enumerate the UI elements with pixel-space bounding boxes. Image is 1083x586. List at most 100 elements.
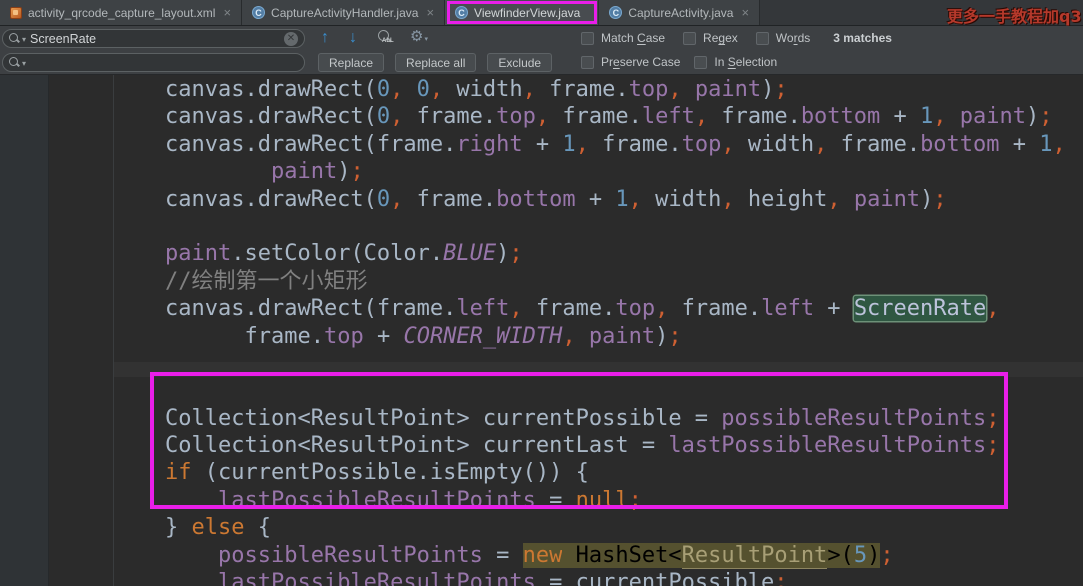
code-token: , <box>390 186 404 212</box>
code-token: 5 <box>853 542 868 568</box>
tab-label: CaptureActivityHandler.java <box>271 5 419 20</box>
code-token: frame. <box>522 296 616 322</box>
code-token: 0 <box>416 77 430 102</box>
tab-captureactivityhandler-java[interactable]: C CaptureActivityHandler.java × <box>242 0 446 25</box>
code-token: ) <box>655 323 669 349</box>
regex-label: Regex <box>703 31 738 45</box>
tab-activity-qrcode-capture-layout-xml[interactable]: activity_qrcode_capture_layout.xml × <box>0 0 243 25</box>
tab-captureactivity-java[interactable]: C CaptureActivity.java × <box>599 0 761 25</box>
next-match-button[interactable]: ↓ <box>342 28 364 48</box>
chevron-down-icon[interactable]: ▾ <box>22 35 26 44</box>
watermark-text: 更多一手教程加q3 <box>947 7 1082 26</box>
code-token: left <box>456 296 510 322</box>
code-token: , <box>390 77 404 102</box>
code-line[interactable]: lastPossibleResultPoints = currentPossib… <box>165 569 1083 586</box>
code-token: left <box>761 296 815 322</box>
code-token: BLUE <box>443 241 497 267</box>
code-line[interactable]: Collection<ResultPoint> currentPossible … <box>165 405 1083 432</box>
clear-search-icon[interactable]: ✕ <box>284 31 298 46</box>
code-token: lastPossibleResultPoints <box>217 570 536 586</box>
code-line[interactable] <box>165 377 1083 404</box>
checkbox-box[interactable] <box>581 31 594 45</box>
close-icon[interactable]: × <box>741 6 749 19</box>
checkbox-box[interactable] <box>581 55 594 69</box>
in-selection-checkbox[interactable]: In Selection <box>694 55 777 69</box>
code-token: top <box>496 104 536 130</box>
code-token: top <box>628 77 669 102</box>
code-token: , <box>694 104 709 130</box>
find-all-label: ALL <box>382 38 394 44</box>
code-token: = currentPossible <box>535 570 775 586</box>
code-token: ; <box>509 241 523 267</box>
checkbox-box[interactable] <box>755 31 769 45</box>
search-settings-gear-icon[interactable]: ⚙▾ <box>410 27 432 45</box>
regex-checkbox[interactable]: Regex <box>683 31 738 45</box>
code-token: frame. <box>668 296 762 322</box>
preserve-case-checkbox[interactable]: Preserve Case <box>581 55 680 69</box>
code-token: top <box>615 296 656 322</box>
replace-all-button[interactable]: Replace all <box>395 53 477 72</box>
code-line[interactable] <box>165 213 1083 240</box>
code-token: canvas.drawRect( <box>165 104 377 130</box>
code-line[interactable]: canvas.drawRect(0, frame.top, frame.left… <box>165 103 1083 130</box>
code-line[interactable]: frame.top + CORNER_WIDTH, paint); <box>165 323 1083 350</box>
code-token: >( <box>827 542 854 568</box>
code-line[interactable]: lastPossibleResultPoints = null; <box>165 487 1083 514</box>
search-input[interactable] <box>30 31 284 46</box>
words-checkbox[interactable]: Words <box>755 31 811 45</box>
code-token: , <box>575 131 589 157</box>
code-token: , <box>655 296 669 322</box>
replace-input[interactable] <box>30 55 298 70</box>
code-token: = <box>535 487 576 513</box>
code-line[interactable]: canvas.drawRect(0, frame.bottom + 1, wid… <box>165 186 1083 213</box>
checkbox-box[interactable] <box>683 31 697 45</box>
code-line[interactable]: if (currentPossible.isEmpty()) { <box>165 459 1083 486</box>
words-label: Words <box>775 31 811 45</box>
code-token: bottom <box>800 104 881 130</box>
code-line[interactable]: possibleResultPoints = new HashSet<Resul… <box>165 542 1083 569</box>
code-token: + <box>880 104 921 130</box>
code-line[interactable] <box>165 350 1083 377</box>
code-line[interactable]: canvas.drawRect(0, 0, width, frame.top, … <box>165 76 1083 103</box>
code-token: frame. <box>588 131 682 157</box>
code-token: , <box>562 323 576 349</box>
code-token: //绘制第一个小矩形 <box>165 268 368 294</box>
code-token: bottom <box>496 186 576 212</box>
in-selection-label: In Selection <box>714 55 778 69</box>
code-line[interactable]: canvas.drawRect(frame.left, frame.top, f… <box>165 295 1083 322</box>
close-icon[interactable]: × <box>426 6 434 19</box>
chevron-down-icon[interactable]: ▾ <box>22 59 26 68</box>
replace-input-wrapper: ▾ <box>2 53 305 72</box>
code-token: , <box>1052 131 1066 157</box>
code-editor[interactable]: canvas.drawRect(0, 0, width, frame.top, … <box>0 75 1083 586</box>
code-token: left <box>641 104 695 130</box>
editor-tab-bar: activity_qrcode_capture_layout.xml × C C… <box>0 0 1083 26</box>
code-area[interactable]: canvas.drawRect(0, 0, width, frame.top, … <box>114 75 1083 586</box>
replace-search-icon <box>9 57 20 68</box>
android-layout-file-icon <box>10 6 22 19</box>
exclude-button[interactable]: Exclude <box>487 53 553 72</box>
code-line[interactable]: } else { <box>165 514 1083 541</box>
code-line[interactable]: //绘制第一个小矩形 <box>165 268 1083 295</box>
code-token: 0 <box>376 77 391 102</box>
code-line[interactable]: paint); <box>165 158 1083 185</box>
code-token: .setColor(Color. <box>231 241 444 267</box>
match-case-checkbox[interactable]: Match Case <box>581 31 665 45</box>
replace-button[interactable]: Replace <box>318 53 385 72</box>
checkbox-box[interactable] <box>694 55 708 69</box>
code-token: possibleResultPoints <box>721 405 987 431</box>
close-icon[interactable]: × <box>223 6 231 19</box>
tab-viewfinderview-java[interactable]: C ViewfinderView.java <box>445 0 600 25</box>
code-token: + <box>575 186 616 212</box>
code-token: frame. <box>535 77 629 102</box>
code-token: width <box>641 186 722 212</box>
code-line[interactable]: canvas.drawRect(frame.right + 1, frame.t… <box>165 131 1083 158</box>
code-line[interactable]: paint.setColor(Color.BLUE); <box>165 240 1083 267</box>
code-token: } <box>165 515 192 541</box>
previous-match-button[interactable]: ↑ <box>314 28 336 48</box>
code-line[interactable]: Collection<ResultPoint> currentLast = la… <box>165 432 1083 459</box>
find-all-icon[interactable]: ALL <box>376 30 402 48</box>
